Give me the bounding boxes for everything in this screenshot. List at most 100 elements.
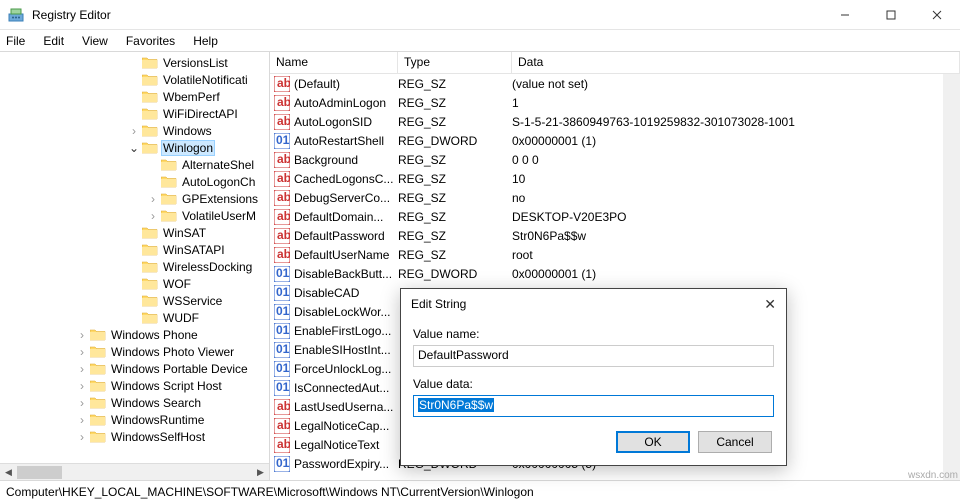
list-row[interactable]: CachedLogonsC...REG_SZ10 bbox=[270, 169, 960, 188]
tree-item[interactable]: ›WindowsRuntime bbox=[0, 411, 269, 428]
value-name: DisableCAD bbox=[294, 286, 398, 300]
dword-value-icon bbox=[274, 266, 290, 282]
tree-item[interactable]: VersionsList bbox=[0, 54, 269, 71]
list-row[interactable]: DebugServerCo...REG_SZno bbox=[270, 188, 960, 207]
value-name-field[interactable]: DefaultPassword bbox=[413, 345, 774, 367]
menu-view[interactable]: View bbox=[82, 34, 108, 48]
tree-spacer bbox=[128, 244, 140, 256]
column-data[interactable]: Data bbox=[512, 52, 960, 73]
list-row[interactable]: DefaultPasswordREG_SZStr0N6Pa$$w bbox=[270, 226, 960, 245]
value-data-field[interactable]: Str0N6Pa$$w bbox=[413, 395, 774, 417]
tree-item[interactable]: ›Windows bbox=[0, 122, 269, 139]
list-row[interactable]: (Default)REG_SZ(value not set) bbox=[270, 74, 960, 93]
tree-item-label: WindowsSelfHost bbox=[109, 430, 207, 444]
tree-item[interactable]: WbemPerf bbox=[0, 88, 269, 105]
tree-item[interactable]: › WindowsSelfHost bbox=[0, 428, 269, 445]
expand-icon[interactable]: › bbox=[76, 397, 88, 409]
cancel-button[interactable]: Cancel bbox=[698, 431, 772, 453]
scroll-thumb[interactable] bbox=[17, 466, 62, 479]
value-name: DefaultUserName bbox=[294, 248, 398, 262]
tree-item[interactable]: ›Windows Portable Device bbox=[0, 360, 269, 377]
tree-item[interactable]: ›Windows Search bbox=[0, 394, 269, 411]
expand-icon[interactable]: › bbox=[147, 210, 159, 222]
list-row[interactable]: DefaultUserNameREG_SZroot bbox=[270, 245, 960, 264]
dword-value-icon bbox=[274, 456, 290, 472]
tree-h-scrollbar[interactable]: ◀ ▶ bbox=[0, 463, 269, 480]
menu-file[interactable]: File bbox=[6, 34, 25, 48]
column-type[interactable]: Type bbox=[398, 52, 512, 73]
list-v-scrollbar[interactable] bbox=[943, 74, 960, 480]
maximize-button[interactable] bbox=[868, 0, 914, 30]
tree-spacer bbox=[128, 278, 140, 290]
tree-item-label: WbemPerf bbox=[161, 90, 222, 104]
tree-item[interactable]: AutoLogonCh bbox=[0, 173, 269, 190]
tree-item[interactable]: VolatileNotificati bbox=[0, 71, 269, 88]
tree-item[interactable]: ›Windows Script Host bbox=[0, 377, 269, 394]
expand-icon[interactable]: › bbox=[76, 414, 88, 426]
tree-item-label: AlternateShel bbox=[180, 158, 256, 172]
dword-value-icon bbox=[274, 342, 290, 358]
tree-item[interactable]: WinSATAPI bbox=[0, 241, 269, 258]
menu-edit[interactable]: Edit bbox=[43, 34, 64, 48]
status-bar: Computer\HKEY_LOCAL_MACHINE\SOFTWARE\Mic… bbox=[0, 480, 960, 502]
list-row[interactable]: AutoRestartShellREG_DWORD0x00000001 (1) bbox=[270, 131, 960, 150]
tree-item-label: WUDF bbox=[161, 311, 201, 325]
tree-item[interactable]: WiFiDirectAPI bbox=[0, 105, 269, 122]
folder-icon bbox=[142, 141, 158, 155]
expand-icon[interactable]: › bbox=[76, 346, 88, 358]
scroll-right-icon[interactable]: ▶ bbox=[252, 464, 269, 481]
value-data: (value not set) bbox=[512, 77, 960, 91]
folder-icon bbox=[142, 56, 158, 70]
tree-item[interactable]: AlternateShel bbox=[0, 156, 269, 173]
collapse-icon[interactable]: ⌄ bbox=[128, 142, 140, 154]
value-name: LegalNoticeCap... bbox=[294, 419, 398, 433]
tree-item[interactable]: WirelessDocking bbox=[0, 258, 269, 275]
tree-item-label: VolatileUserM bbox=[180, 209, 258, 223]
tree-item[interactable]: WSService bbox=[0, 292, 269, 309]
list-row[interactable]: BackgroundREG_SZ0 0 0 bbox=[270, 150, 960, 169]
menu-help[interactable]: Help bbox=[193, 34, 218, 48]
folder-icon bbox=[142, 243, 158, 257]
list-row[interactable]: DisableBackButt...REG_DWORD0x00000001 (1… bbox=[270, 264, 960, 283]
tree-spacer bbox=[147, 159, 159, 171]
folder-icon bbox=[90, 396, 106, 410]
tree-pane: VersionsListVolatileNotificatiWbemPerfWi… bbox=[0, 52, 270, 480]
value-data: 0 0 0 bbox=[512, 153, 960, 167]
menu-favorites[interactable]: Favorites bbox=[126, 34, 175, 48]
string-value-icon bbox=[274, 418, 290, 434]
column-name[interactable]: Name bbox=[270, 52, 398, 73]
folder-icon bbox=[161, 209, 177, 223]
expand-icon[interactable]: › bbox=[76, 380, 88, 392]
value-data-label: Value data: bbox=[413, 377, 774, 391]
tree-item[interactable]: ⌄Winlogon bbox=[0, 139, 269, 156]
minimize-button[interactable] bbox=[822, 0, 868, 30]
tree-item[interactable]: WOF bbox=[0, 275, 269, 292]
tree-item[interactable]: ›Windows Phone bbox=[0, 326, 269, 343]
close-button[interactable] bbox=[914, 0, 960, 30]
dword-value-icon bbox=[274, 361, 290, 377]
expand-icon[interactable]: › bbox=[76, 431, 88, 443]
tree-item[interactable]: ›GPExtensions bbox=[0, 190, 269, 207]
expand-icon[interactable]: › bbox=[76, 329, 88, 341]
expand-icon[interactable]: › bbox=[128, 125, 140, 137]
tree-item-label: WSService bbox=[161, 294, 224, 308]
ok-button[interactable]: OK bbox=[616, 431, 690, 453]
list-row[interactable]: DefaultDomain...REG_SZDESKTOP-V20E3PO bbox=[270, 207, 960, 226]
expand-icon[interactable]: › bbox=[147, 193, 159, 205]
value-data: 10 bbox=[512, 172, 960, 186]
string-value-icon bbox=[274, 152, 290, 168]
dialog-close-button[interactable]: ✕ bbox=[746, 296, 776, 313]
value-name: DisableBackButt... bbox=[294, 267, 398, 281]
tree-item[interactable]: WinSAT bbox=[0, 224, 269, 241]
dword-value-icon bbox=[274, 304, 290, 320]
tree-item[interactable]: › VolatileUserM bbox=[0, 207, 269, 224]
scroll-left-icon[interactable]: ◀ bbox=[0, 464, 17, 481]
tree-item[interactable]: ›Windows Photo Viewer bbox=[0, 343, 269, 360]
value-name: PasswordExpiry... bbox=[294, 457, 398, 471]
list-row[interactable]: AutoLogonSIDREG_SZS-1-5-21-3860949763-10… bbox=[270, 112, 960, 131]
tree-item[interactable]: WUDF bbox=[0, 309, 269, 326]
expand-icon[interactable]: › bbox=[76, 363, 88, 375]
tree-item-label: AutoLogonCh bbox=[180, 175, 257, 189]
list-row[interactable]: AutoAdminLogonREG_SZ1 bbox=[270, 93, 960, 112]
folder-icon bbox=[142, 294, 158, 308]
